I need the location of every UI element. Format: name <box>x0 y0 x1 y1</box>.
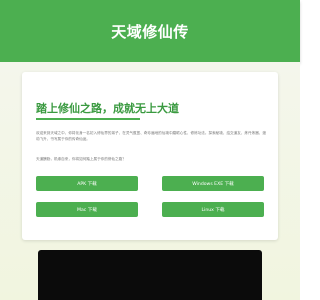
apk-download-button[interactable]: APK 下载 <box>36 176 138 191</box>
hero-intro-text: 欢迎来到天域之中，你将化身一名初入修仙界的弟子，在灵气氤氲、奇珍遍地的仙境中磨砺… <box>36 131 266 141</box>
video-player[interactable] <box>38 250 262 300</box>
linux-download-button[interactable]: Linux 下载 <box>162 202 264 217</box>
windows-download-button[interactable]: Windows EXE 下载 <box>162 176 264 191</box>
site-header: 天域修仙传 <box>0 0 300 62</box>
headline-underline <box>36 118 140 120</box>
hero-card: 踏上修仙之路，成就无上大道 欢迎来到天域之中，你将化身一名初入修仙界的弟子，在灵… <box>22 72 278 240</box>
hero-headline: 踏上修仙之路，成就无上大道 <box>36 102 179 115</box>
hero-invite-text: 天道酬勤，机缘自来，你将如何踏上属于你的修仙之路？ <box>36 157 126 161</box>
mac-download-button[interactable]: Mac 下载 <box>36 202 138 217</box>
site-title: 天域修仙传 <box>111 22 189 41</box>
